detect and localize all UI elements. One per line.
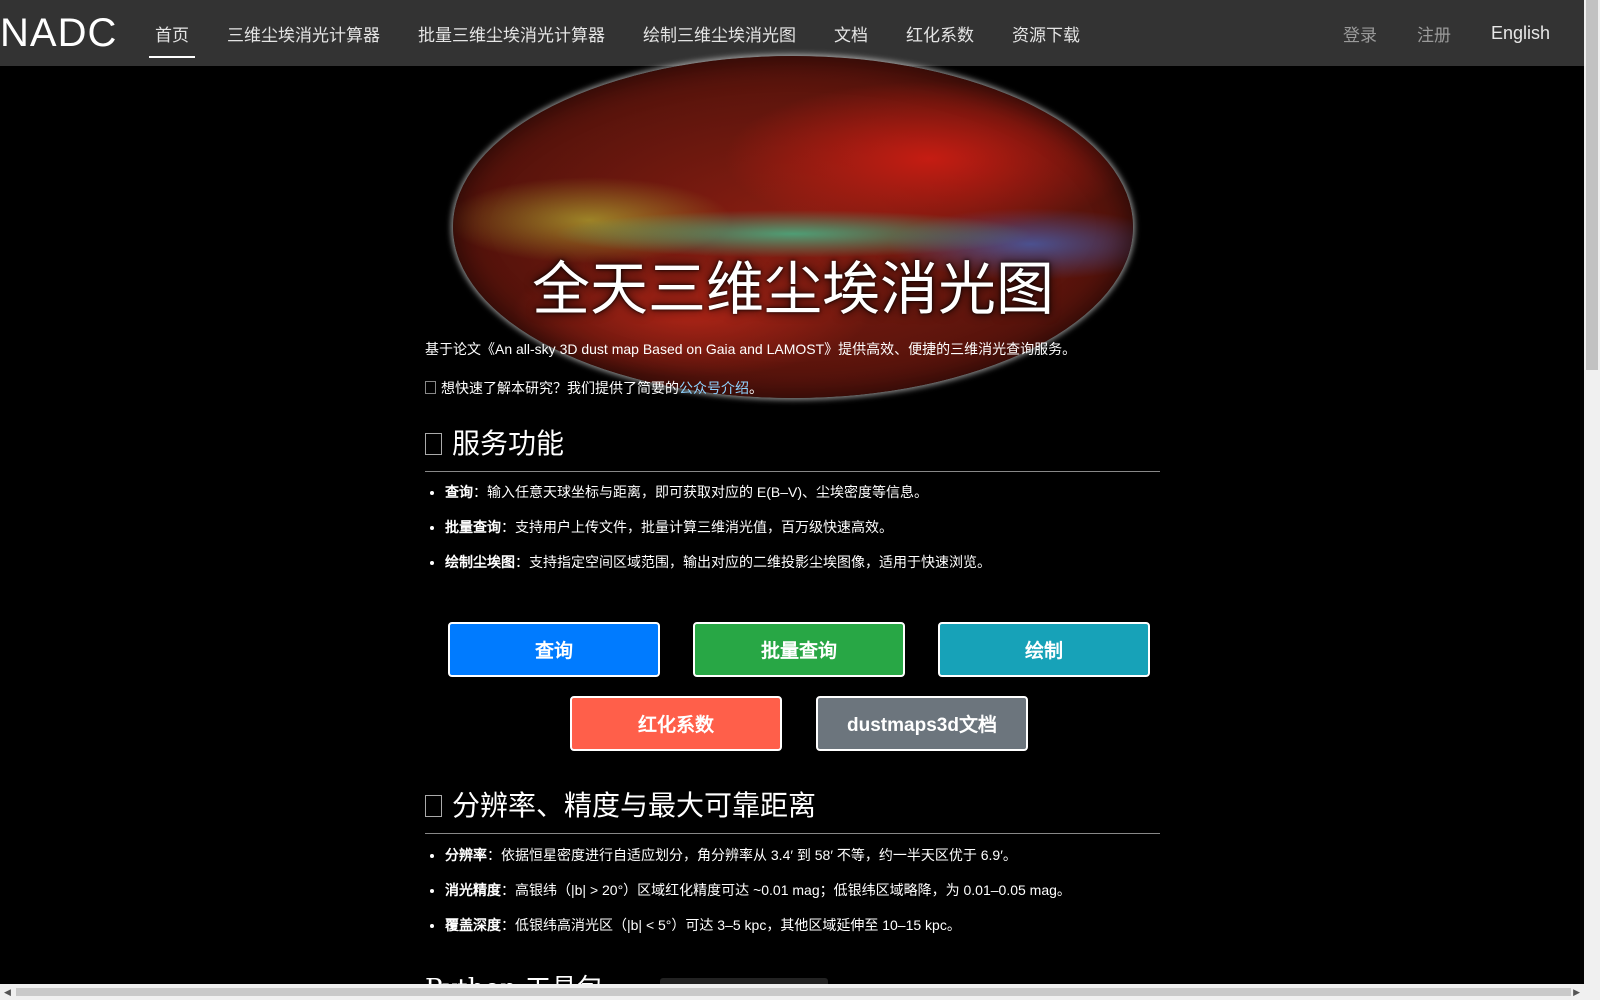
- brand-logo[interactable]: NADC: [0, 11, 126, 56]
- list-item: 查询：输入任意天球坐标与距离，即可获取对应的 E(B–V)、尘埃密度等信息。: [445, 482, 1180, 502]
- nav-right: 登录 注册 English: [1323, 17, 1556, 50]
- nav-home[interactable]: 首页: [149, 17, 195, 58]
- resolution-heading: 分辨率、精度与最大可靠距离: [425, 784, 1160, 834]
- batch-query-button[interactable]: 批量查询: [693, 622, 905, 677]
- item-text: ：输入任意天球坐标与距离，即可获取对应的 E(B–V)、尘埃密度等信息。: [473, 484, 929, 500]
- login-link[interactable]: 登录: [1337, 17, 1383, 50]
- item-label: 查询: [445, 484, 473, 500]
- item-text: ：支持指定空间区域范围，输出对应的二维投影尘埃图像，适用于快速浏览。: [515, 554, 991, 570]
- dustmaps3d-docs-button[interactable]: dustmaps3d文档: [816, 696, 1028, 751]
- plot-button[interactable]: 绘制: [938, 622, 1150, 677]
- list-item: 批量查询：支持用户上传文件，批量计算三维消光值，百万级快速高效。: [445, 517, 1180, 537]
- query-button[interactable]: 查询: [448, 622, 660, 677]
- hero-title: 全天三维尘埃消光图: [531, 255, 1054, 323]
- lightbulb-icon: [425, 381, 436, 394]
- vertical-scroll-thumb[interactable]: [1586, 0, 1598, 370]
- reddening-button[interactable]: 红化系数: [570, 696, 782, 751]
- item-label: 覆盖深度: [445, 917, 501, 933]
- list-item: 覆盖深度：低银纬高消光区（|b| < 5°）可达 3–5 kpc，其他区域延伸至…: [445, 915, 1180, 935]
- horizontal-scrollbar[interactable]: ◀ ▶: [0, 984, 1600, 1000]
- wechat-intro-link[interactable]: 公众号介绍: [679, 380, 749, 396]
- item-text: ：支持用户上传文件，批量计算三维消光值，百万级快速高效。: [501, 519, 893, 535]
- item-text: ：高银纬（|b| > 20°）区域红化精度可达 ~0.01 mag；低银纬区域略…: [501, 882, 1071, 898]
- nav-plot-map[interactable]: 绘制三维尘埃消光图: [637, 17, 802, 50]
- nav-reddening[interactable]: 红化系数: [900, 17, 980, 50]
- nav-batch-calculator[interactable]: 批量三维尘埃消光计算器: [412, 17, 611, 50]
- services-list: 查询：输入任意天球坐标与距离，即可获取对应的 E(B–V)、尘埃密度等信息。 批…: [425, 482, 1180, 587]
- resolution-title: 分辨率、精度与最大可靠距离: [452, 789, 817, 822]
- resolution-list: 分辨率：依据恒星密度进行自适应划分，角分辨率从 3.4′ 到 58′ 不等，约一…: [425, 845, 1180, 950]
- item-label: 绘制尘埃图: [445, 554, 515, 570]
- language-switch[interactable]: English: [1485, 19, 1556, 48]
- horizontal-scroll-thumb[interactable]: [16, 988, 1571, 996]
- nav-calculator[interactable]: 三维尘埃消光计算器: [221, 17, 386, 50]
- tip-end: 。: [749, 380, 763, 396]
- item-label: 消光精度: [445, 882, 501, 898]
- list-item: 绘制尘埃图：支持指定空间区域范围，输出对应的二维投影尘埃图像，适用于快速浏览。: [445, 552, 1180, 572]
- intro-text: 基于论文《An all-sky 3D dust map Based on Gai…: [425, 341, 1077, 357]
- item-text: ：低银纬高消光区（|b| < 5°）可达 3–5 kpc，其他区域延伸至 10–…: [501, 917, 961, 933]
- services-title: 服务功能: [452, 427, 565, 460]
- resolution-icon: [425, 795, 442, 817]
- services-heading: 服务功能: [425, 422, 1160, 472]
- item-label: 分辨率: [445, 847, 487, 863]
- tip-text: 想快速了解本研究？我们提供了简要的: [441, 380, 679, 396]
- scroll-right-icon[interactable]: ▶: [1573, 987, 1580, 998]
- tip-line: 想快速了解本研究？我们提供了简要的公众号介绍。: [425, 378, 763, 398]
- vertical-scrollbar[interactable]: [1584, 0, 1600, 984]
- nav-docs[interactable]: 文档: [828, 17, 874, 50]
- register-link[interactable]: 注册: [1411, 17, 1457, 50]
- nav-links: 首页 三维尘埃消光计算器 批量三维尘埃消光计算器 绘制三维尘埃消光图 文档 红化…: [136, 0, 1099, 66]
- item-label: 批量查询: [445, 519, 501, 535]
- scroll-left-icon[interactable]: ◀: [4, 987, 11, 998]
- list-item: 消光精度：高银纬（|b| > 20°）区域红化精度可达 ~0.01 mag；低银…: [445, 880, 1180, 900]
- list-item: 分辨率：依据恒星密度进行自适应划分，角分辨率从 3.4′ 到 58′ 不等，约一…: [445, 845, 1180, 865]
- services-icon: [425, 433, 442, 455]
- nav-downloads[interactable]: 资源下载: [1006, 17, 1086, 50]
- item-text: ：依据恒星密度进行自适应划分，角分辨率从 3.4′ 到 58′ 不等，约一半天区…: [487, 847, 1017, 863]
